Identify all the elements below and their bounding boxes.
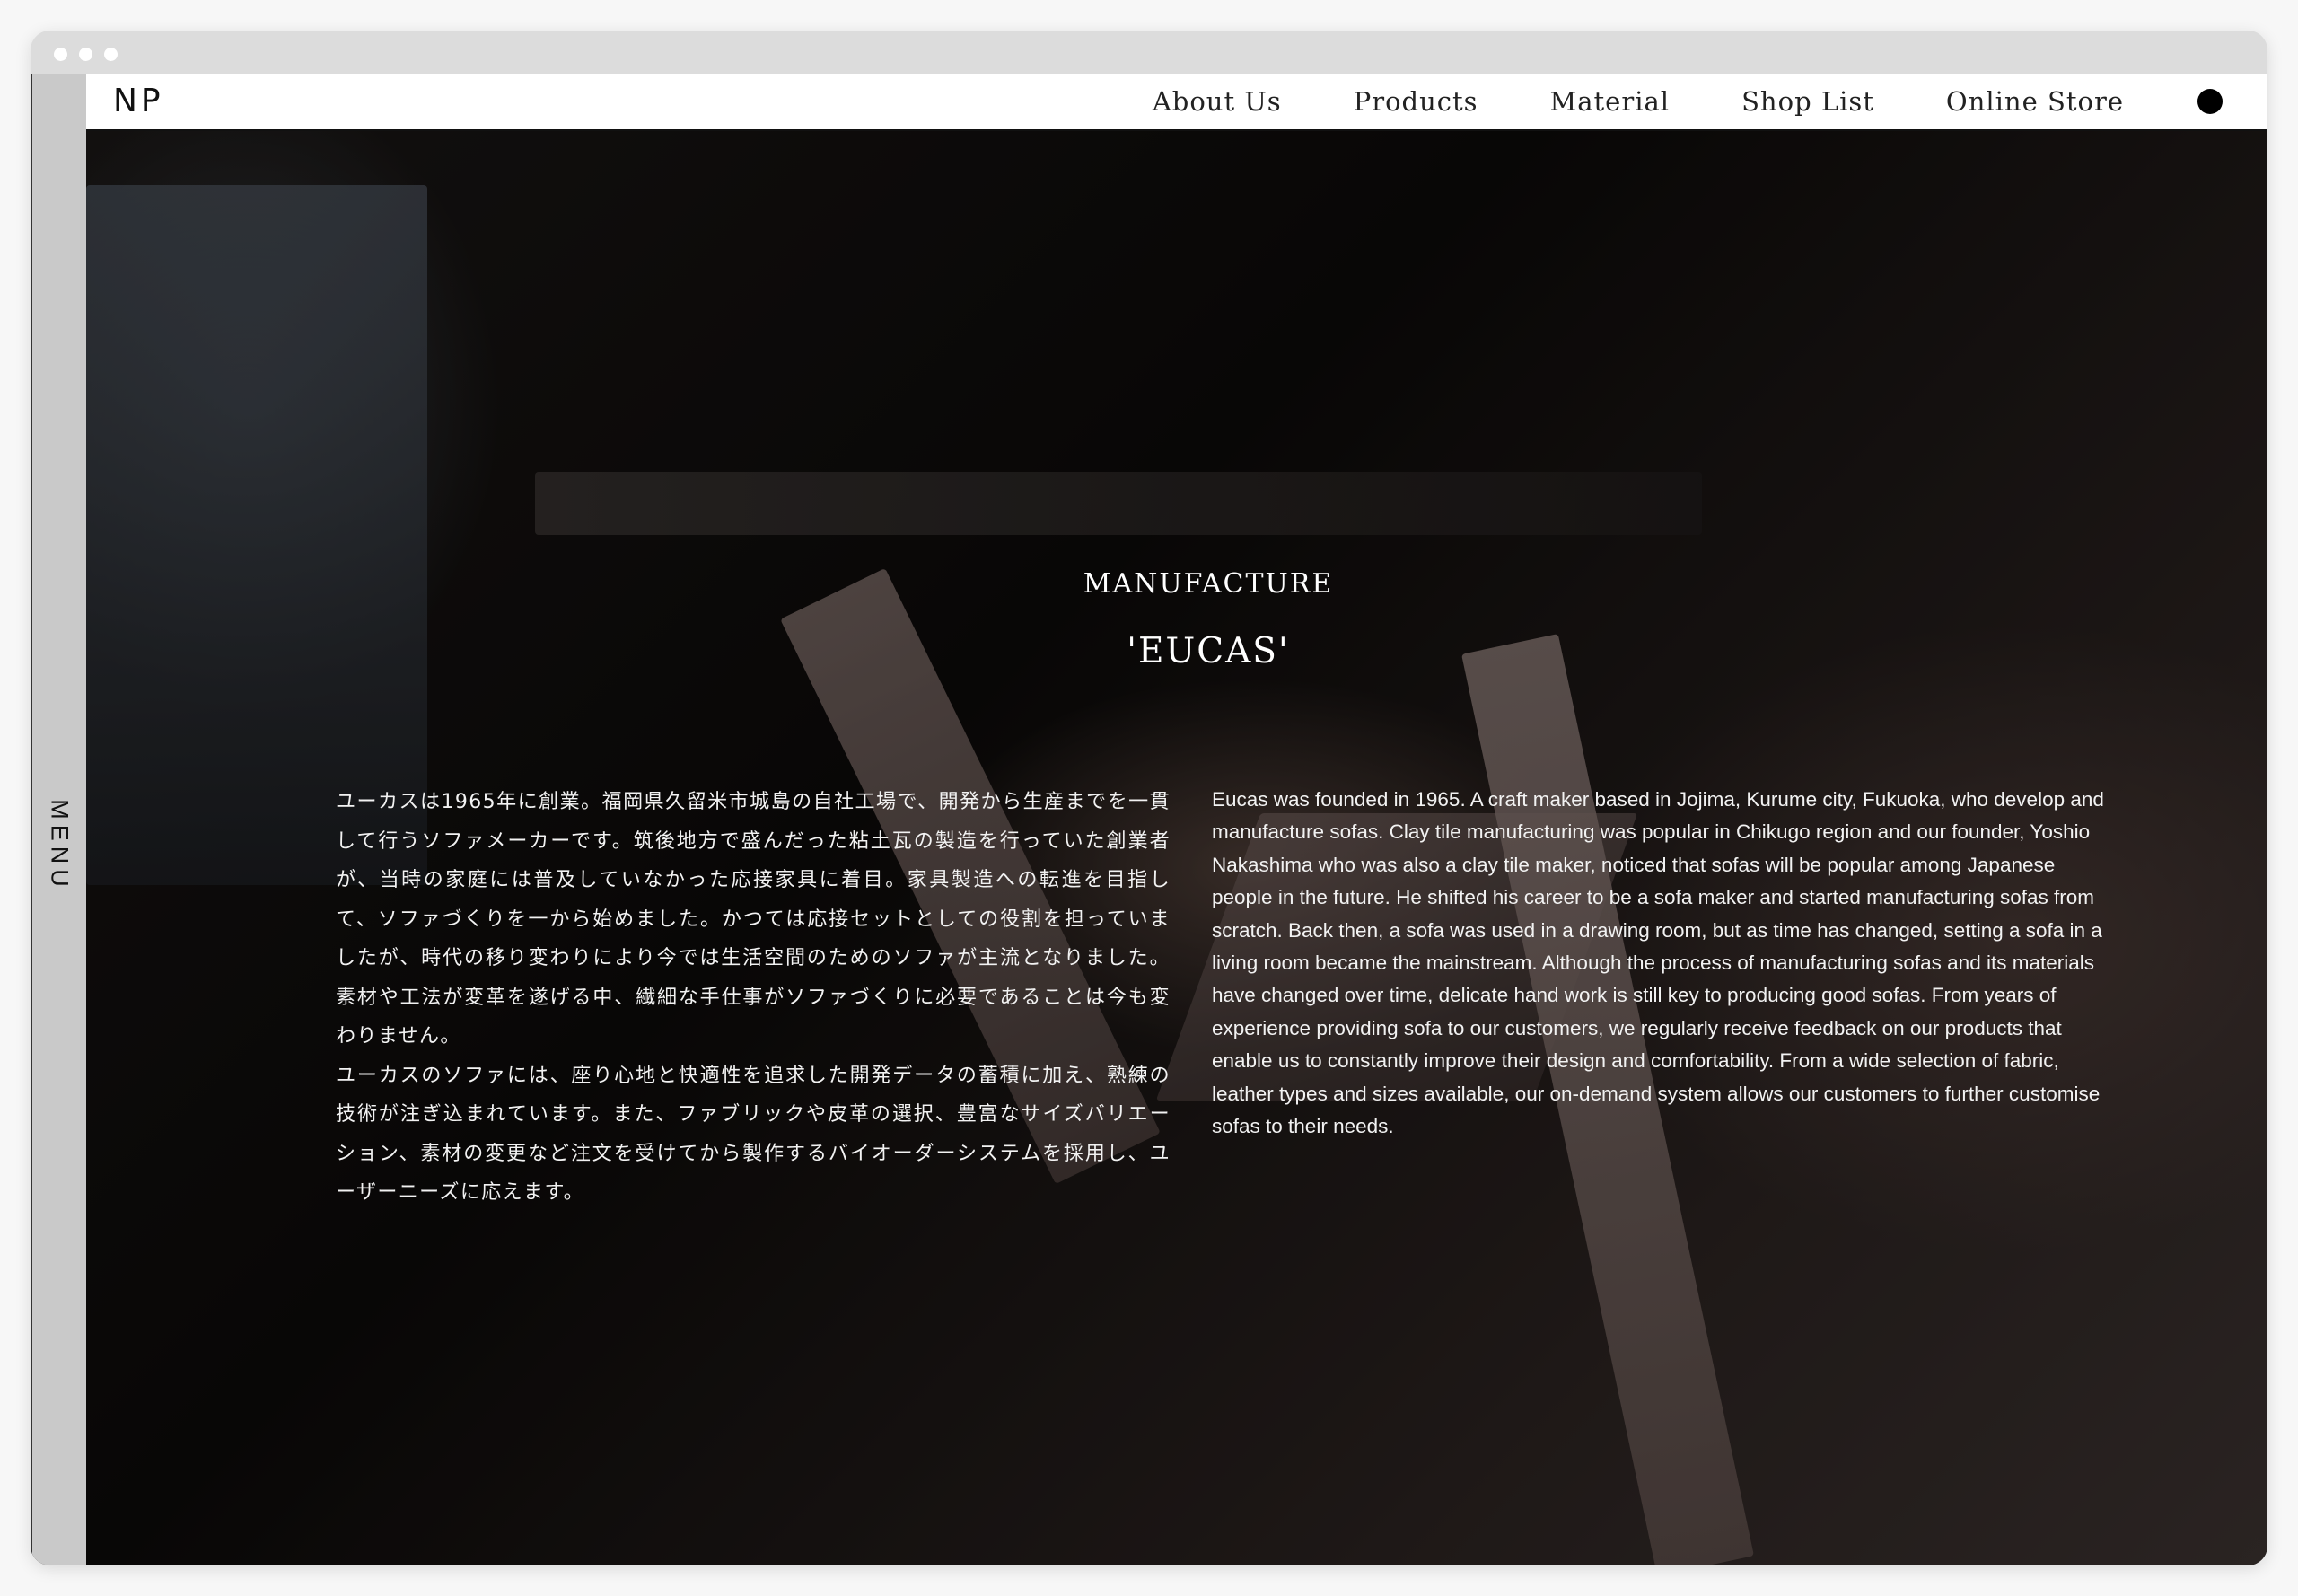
page-viewport: MENU NP About Us Products Material Shop …	[31, 74, 2267, 1565]
japanese-paragraph: ユーカスのソファには、座り心地と快適性を追求した開発データの蓄積に加え、熟練の技…	[336, 1064, 1171, 1205]
window-dot-maximize[interactable]	[104, 48, 118, 61]
site-logo[interactable]: NP	[113, 83, 164, 119]
nav-shop-list[interactable]: Shop List	[1741, 86, 1874, 117]
hero-section: MANUFACTURE 'EUCAS' ユーカスは1965年に創業。福岡県久留米…	[86, 131, 2267, 1565]
sidebar-menu[interactable]: MENU	[31, 74, 86, 1565]
menu-label[interactable]: MENU	[46, 799, 74, 892]
english-description: Eucas was founded in 1965. A craft maker…	[1212, 788, 2104, 1138]
nav-material[interactable]: Material	[1550, 86, 1671, 117]
window-dot-close[interactable]	[54, 48, 67, 61]
circle-icon[interactable]	[2197, 89, 2223, 114]
nav-products[interactable]: Products	[1354, 86, 1478, 117]
main-nav: About Us Products Material Shop List Onl…	[1081, 74, 2124, 129]
window-titlebar	[31, 31, 2267, 74]
window-dot-minimize[interactable]	[79, 48, 92, 61]
japanese-paragraph: ユーカスは1965年に創業。福岡県久留米市城島の自社工場で、開発から生産までを一…	[336, 791, 1171, 1048]
nav-about-us[interactable]: About Us	[1153, 86, 1282, 117]
japanese-description: ユーカスは1965年に創業。福岡県久留米市城島の自社工場で、開発から生産までを一…	[336, 783, 1171, 1213]
section-kicker: MANUFACTURE	[1083, 568, 1334, 600]
section-title: 'EUCAS'	[1127, 631, 1290, 671]
site-header: NP About Us Products Material Shop List …	[86, 74, 2267, 131]
browser-window: MENU NP About Us Products Material Shop …	[31, 31, 2267, 1565]
nav-online-store[interactable]: Online Store	[1946, 86, 2124, 117]
